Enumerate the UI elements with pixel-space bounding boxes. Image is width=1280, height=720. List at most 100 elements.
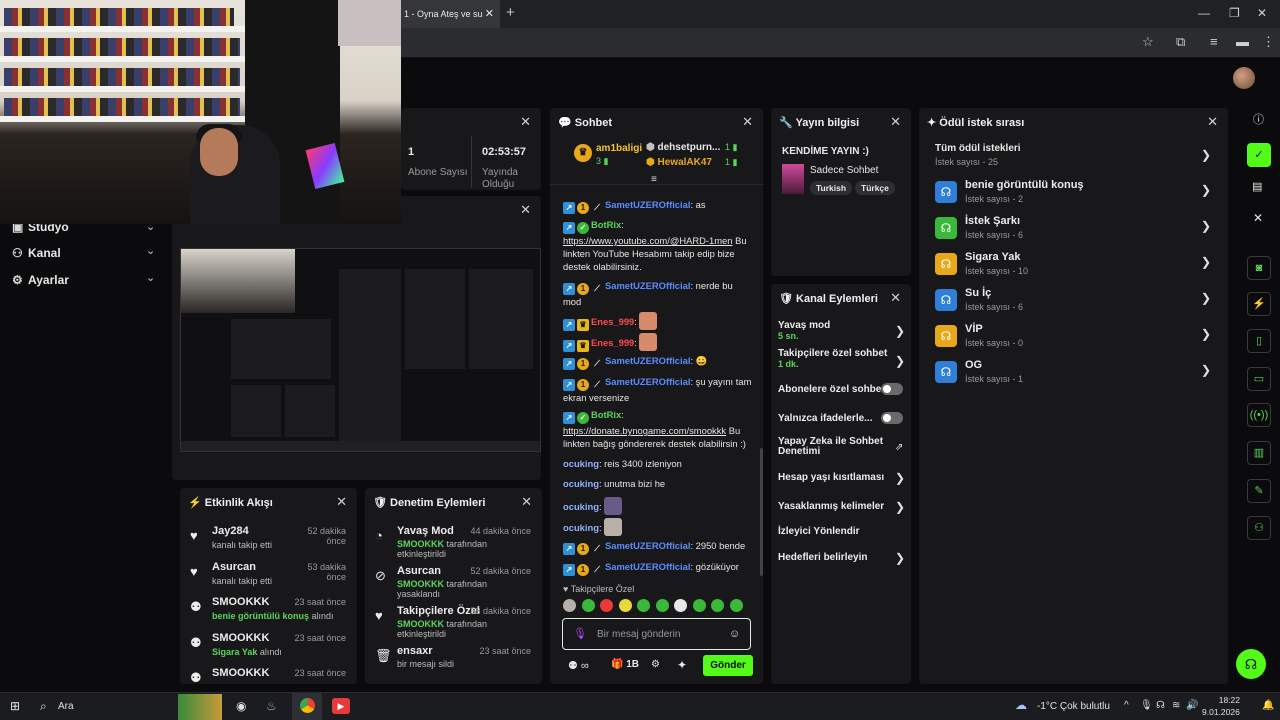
close-icon[interactable]: ✕	[336, 494, 347, 510]
subs-chat-toggle[interactable]	[881, 383, 903, 395]
chevron-right-icon[interactable]: ❯	[895, 471, 905, 485]
all-rewards-label[interactable]: Tüm ödül istekleri	[935, 143, 1021, 154]
ai-moderation-setting[interactable]: Yapay Zeka ile Sohbet Denetimi	[778, 437, 886, 457]
weather-text[interactable]: -1°C Çok bulutlu	[1037, 701, 1110, 712]
steam-icon[interactable]: ♨	[266, 699, 277, 713]
close-icon[interactable]: ✕	[890, 290, 901, 306]
emotes-only-toggle[interactable]	[881, 412, 903, 424]
widget-thumbnail[interactable]	[178, 694, 222, 720]
emote-icon[interactable]	[674, 599, 687, 612]
chat-scrollbar[interactable]	[760, 448, 763, 576]
browser-tab[interactable]: 1 - Oyna Ateş ve su ✕	[398, 0, 500, 28]
volume-icon[interactable]: 🔊	[1186, 700, 1198, 711]
close-icon[interactable]: ✕	[521, 494, 532, 510]
chat-username[interactable]: SametUZEROfficial	[605, 199, 690, 210]
account-age-setting[interactable]: Hesap yaşı kısıtlaması	[778, 472, 884, 483]
windows-start-icon[interactable]: ⊞	[10, 699, 20, 713]
reward-row[interactable]: ☊ OG İstek sayısı - 1 ❯	[923, 359, 1223, 391]
chat-username[interactable]: ocuking	[563, 501, 599, 512]
chevron-right-icon[interactable]: ❯	[895, 324, 905, 338]
chat-username[interactable]: SametUZEROfficial	[605, 280, 690, 291]
search-icon[interactable]: ⌕	[40, 699, 47, 714]
chevron-right-icon[interactable]: ❯	[1201, 255, 1211, 269]
headset-icon[interactable]: ☊	[1156, 700, 1165, 711]
activity-user[interactable]: Jay284	[212, 525, 249, 537]
new-tab-button[interactable]: +	[506, 4, 515, 21]
top-user-2-name[interactable]: ⬢ dehsetpurn...	[646, 142, 720, 153]
reward-row[interactable]: ☊ Su İç İstek sayısı - 6 ❯	[923, 287, 1223, 319]
user-avatar[interactable]	[1233, 67, 1255, 89]
emote-icon[interactable]	[581, 599, 595, 612]
notification-icon[interactable]: 🔔	[1262, 700, 1274, 711]
slow-mode-setting[interactable]: Yavaş mod 5 sn.	[778, 320, 830, 341]
chat-link[interactable]: https://www.youtube.com/@HARD-1men	[563, 235, 732, 246]
storage-icon[interactable]: ▥	[1247, 441, 1271, 465]
bits-counter[interactable]: 🎁 1B	[611, 659, 639, 670]
chrome-taskbar-button[interactable]	[292, 693, 322, 720]
profile-flag-icon[interactable]: ▬	[1236, 34, 1249, 49]
chevron-down-icon[interactable]: ⌄	[146, 244, 155, 257]
chat-username[interactable]: BotRix	[591, 409, 621, 420]
chat-username[interactable]: SametUZEROfficial	[605, 355, 690, 366]
followers-chat-setting[interactable]: Takipçilere özel sohbet 1 dk.	[778, 348, 890, 369]
sidebar-item-ayarlar[interactable]: ⚙ Ayarlar	[12, 273, 69, 287]
menu-icon[interactable]: ⋮	[1262, 34, 1275, 50]
tray-chevron-icon[interactable]: ^	[1124, 700, 1129, 711]
webcam-icon[interactable]: ◙	[1247, 256, 1271, 280]
chat-username[interactable]: ocuking	[563, 458, 599, 469]
moderator-name[interactable]: SMOOKKK	[397, 539, 444, 549]
maximize-button[interactable]: ❐	[1229, 6, 1240, 20]
reward-row[interactable]: ☊ VİP İstek sayısı - 0 ❯	[923, 323, 1223, 355]
chat-username[interactable]: Enes_999	[591, 337, 634, 348]
reward-row[interactable]: ☊ benie görüntülü konuş İstek sayısı - 2 ❯	[923, 179, 1223, 211]
chat-username[interactable]: SametUZEROfficial	[605, 540, 690, 551]
layout-icon[interactable]: ▤	[1252, 180, 1262, 193]
chat-username[interactable]: BotRix	[591, 219, 621, 230]
gear-icon[interactable]: ⚙	[651, 659, 660, 670]
close-rail-icon[interactable]: ✕	[1253, 211, 1263, 225]
emote-icon[interactable]	[600, 599, 613, 612]
emoji-icon[interactable]: ☺	[729, 628, 740, 640]
microphone-icon[interactable]: 🎙	[1140, 700, 1153, 711]
users-icon[interactable]: ⚇	[1247, 516, 1271, 540]
wrench-icon[interactable]: ✎	[1247, 479, 1271, 503]
chat-username[interactable]: SametUZEROfficial	[605, 561, 690, 572]
chat-username[interactable]: ocuking	[563, 522, 599, 533]
chat-link[interactable]: https://donate.bynogame.com/smookkk	[563, 425, 726, 436]
tag-turkish[interactable]: Turkish	[810, 181, 853, 195]
wifi-icon[interactable]: ≋	[1172, 700, 1180, 711]
chevron-right-icon[interactable]: ❯	[895, 551, 905, 565]
moderator-name[interactable]: SMOOKKK	[397, 619, 444, 629]
raid-setting[interactable]: İzleyici Yönlendir	[778, 526, 860, 537]
clock-time[interactable]: 18:22	[1206, 695, 1240, 705]
close-icon[interactable]: ✕	[890, 114, 901, 130]
emote-icon[interactable]	[692, 599, 706, 612]
close-window-button[interactable]: ✕	[1257, 6, 1267, 20]
activity-user[interactable]: SMOOKKK	[212, 596, 269, 608]
close-icon[interactable]: ✕	[742, 114, 753, 130]
activity-user[interactable]: SMOOKKK	[212, 632, 269, 644]
app-red-icon[interactable]: ▶	[332, 698, 350, 714]
document-icon[interactable]: ▯	[1247, 329, 1271, 353]
media-icon[interactable]: ≡	[1210, 34, 1218, 49]
chevron-right-icon[interactable]: ❯	[1201, 363, 1211, 377]
chat-username[interactable]: SametUZEROfficial	[605, 376, 690, 387]
emote-icon[interactable]	[563, 599, 576, 612]
send-button[interactable]: Gönder	[703, 655, 753, 676]
microphone-icon[interactable]: 🎙	[573, 627, 587, 640]
moderator-name[interactable]: SMOOKKK	[397, 579, 444, 589]
top-user-1-name[interactable]: am1baligi	[596, 143, 642, 154]
chat-icon[interactable]: ▭	[1247, 367, 1271, 391]
support-headset-icon[interactable]: ☊	[1236, 649, 1266, 679]
close-icon[interactable]: ✕	[520, 114, 531, 130]
activity-user[interactable]: Asurcan	[212, 561, 256, 573]
sidebar-item-kanal[interactable]: ⚇ Kanal	[12, 246, 61, 260]
reward-row[interactable]: ☊ Sigara Yak İstek sayısı - 10 ❯	[923, 251, 1223, 283]
bookmark-star-icon[interactable]: ☆	[1142, 34, 1154, 50]
minimize-button[interactable]: —	[1198, 6, 1210, 20]
chevron-down-icon[interactable]: ⌄	[146, 271, 155, 284]
chevron-right-icon[interactable]: ❯	[1201, 148, 1211, 162]
top-user-3-name[interactable]: ⬢ HewalAK47	[646, 157, 712, 168]
clock-date[interactable]: 9.01.2026	[1202, 707, 1240, 717]
chat-username[interactable]: ocuking	[563, 478, 599, 489]
